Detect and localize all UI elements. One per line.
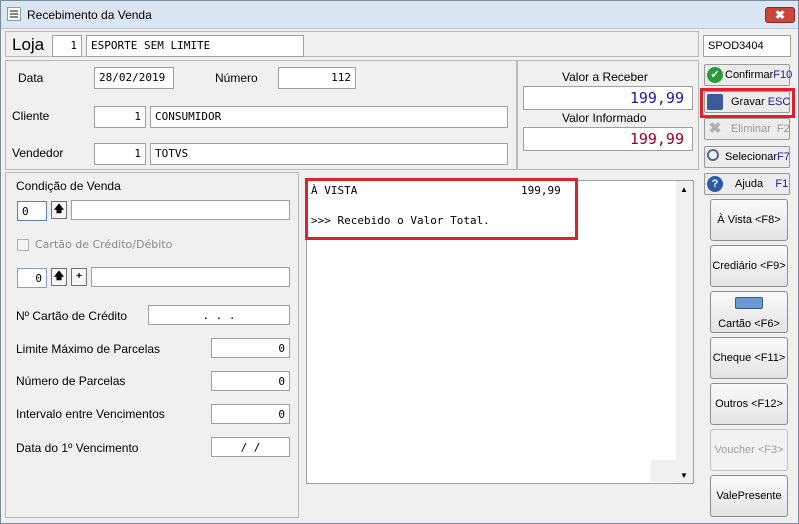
cliente-name-field[interactable]: CONSUMIDOR bbox=[150, 106, 508, 128]
cartao-checkbox[interactable] bbox=[17, 239, 29, 251]
numero-field[interactable]: 112 bbox=[278, 67, 356, 89]
gravar-highlight-box bbox=[700, 88, 795, 118]
loja-label: Loja bbox=[12, 35, 45, 54]
intervalo-label: Intervalo entre Vencimentos bbox=[16, 407, 165, 421]
cartao-code-field[interactable]: 0 bbox=[17, 268, 47, 288]
cartao-desc-field[interactable] bbox=[91, 267, 290, 287]
scroll-down-icon[interactable]: ▼ bbox=[680, 471, 688, 480]
ajuda-label: Ajuda bbox=[735, 178, 764, 190]
parcelas-label: Número de Parcelas bbox=[16, 374, 126, 388]
outros-label: Outros <F12> bbox=[715, 398, 783, 410]
ajuda-button[interactable]: ? Ajuda F1 bbox=[704, 173, 790, 195]
cartao-label: Cartão de Crédito/Débito bbox=[35, 238, 173, 251]
numero-label: Número bbox=[215, 71, 258, 85]
valor-receber-field: 199,99 bbox=[523, 86, 693, 110]
help-icon: ? bbox=[707, 176, 723, 192]
selecionar-button[interactable]: SelecionarF7 bbox=[704, 146, 790, 168]
window-title: Recebimento da Venda bbox=[27, 8, 152, 22]
crediario-button[interactable]: Crediário <F9> bbox=[710, 245, 788, 287]
loja-code-field[interactable]: 1 bbox=[52, 35, 82, 57]
confirmar-key: F10 bbox=[773, 69, 793, 81]
vencimento-field[interactable]: / / bbox=[211, 437, 290, 457]
selecionar-key: F7 bbox=[776, 151, 790, 163]
vencimento-label: Data do 1º Vencimento bbox=[16, 441, 139, 455]
delete-x-icon: ✖ bbox=[708, 120, 722, 137]
cartao-add-button[interactable]: + bbox=[71, 268, 87, 286]
close-button[interactable]: ✖ bbox=[765, 7, 795, 23]
condicao-search-button[interactable]: 🡅 bbox=[51, 201, 67, 219]
parcelas-field[interactable]: 0 bbox=[211, 371, 290, 391]
check-icon: ✔ bbox=[707, 67, 723, 83]
eliminar-key: F2 bbox=[776, 123, 790, 135]
confirmar-label: Confirmar bbox=[725, 69, 774, 81]
loja-name-field[interactable]: ESPORTE SEM LIMITE bbox=[86, 35, 304, 57]
crediario-label: Crediário <F9> bbox=[712, 260, 786, 272]
cartao-search-button[interactable]: 🡅 bbox=[51, 268, 67, 286]
num-cartao-field[interactable]: . . . bbox=[148, 305, 290, 325]
title-bar[interactable]: Recebimento da Venda ✖ bbox=[1, 1, 798, 29]
condicao-desc-field[interactable] bbox=[71, 200, 290, 220]
cartao-button[interactable]: Cartão <F6> bbox=[710, 291, 788, 333]
vendedor-code-field[interactable]: 1 bbox=[94, 143, 146, 165]
avista-button[interactable]: À Vista <F8> bbox=[710, 199, 788, 241]
condicao-code-field[interactable]: 0 bbox=[17, 201, 47, 221]
window-icon bbox=[7, 7, 21, 21]
selecionar-label: Selecionar bbox=[725, 151, 777, 163]
limite-field[interactable]: 0 bbox=[211, 338, 290, 358]
cliente-label: Cliente bbox=[12, 109, 50, 123]
eliminar-button[interactable]: ✖ Eliminar F2 bbox=[704, 118, 790, 140]
data-field[interactable]: 28/02/2019 bbox=[94, 67, 174, 89]
cheque-label: Cheque <F11> bbox=[712, 352, 786, 364]
voucher-label: Voucher <F3> bbox=[714, 444, 784, 456]
avista-label: À Vista <F8> bbox=[717, 214, 781, 226]
num-cartao-label: Nº Cartão de Crédito bbox=[16, 309, 128, 323]
valor-informado-field[interactable]: 199,99 bbox=[523, 127, 693, 151]
cliente-code-field[interactable]: 1 bbox=[94, 106, 146, 128]
outros-button[interactable]: Outros <F12> bbox=[710, 383, 788, 425]
scroll-up-icon[interactable]: ▲ bbox=[680, 185, 688, 194]
limite-label: Limite Máximo de Parcelas bbox=[16, 342, 161, 356]
magnifier-icon bbox=[707, 149, 719, 161]
memo-scrollbar[interactable]: ▲ ▼ bbox=[676, 181, 693, 483]
data-label: Data bbox=[18, 71, 44, 85]
ajuda-key: F1 bbox=[775, 178, 789, 190]
confirmar-button[interactable]: ✔ ConfirmarF10 bbox=[704, 64, 793, 86]
vale-presente-button[interactable]: ValePresente bbox=[710, 475, 788, 517]
terminal-field: SPOD3404 bbox=[703, 35, 791, 57]
credit-card-icon bbox=[735, 297, 763, 309]
eliminar-label: Eliminar bbox=[731, 123, 771, 135]
cartao-label-btn: Cartão <F6> bbox=[718, 318, 780, 330]
valor-receber-label: Valor a Receber bbox=[562, 70, 648, 84]
vale-presente-label: ValePresente bbox=[716, 490, 782, 502]
voucher-button[interactable]: Voucher <F3> bbox=[710, 429, 788, 471]
valor-informado-label: Valor Informado bbox=[562, 111, 647, 125]
intervalo-field[interactable]: 0 bbox=[211, 404, 290, 424]
cheque-button[interactable]: Cheque <F11> bbox=[710, 337, 788, 379]
vendedor-label: Vendedor bbox=[12, 146, 64, 160]
memo-highlight-box bbox=[305, 178, 578, 240]
memo-corner bbox=[651, 460, 676, 482]
condicao-label: Condição de Venda bbox=[16, 179, 121, 193]
vendedor-name-field[interactable]: TOTVS bbox=[150, 143, 508, 165]
